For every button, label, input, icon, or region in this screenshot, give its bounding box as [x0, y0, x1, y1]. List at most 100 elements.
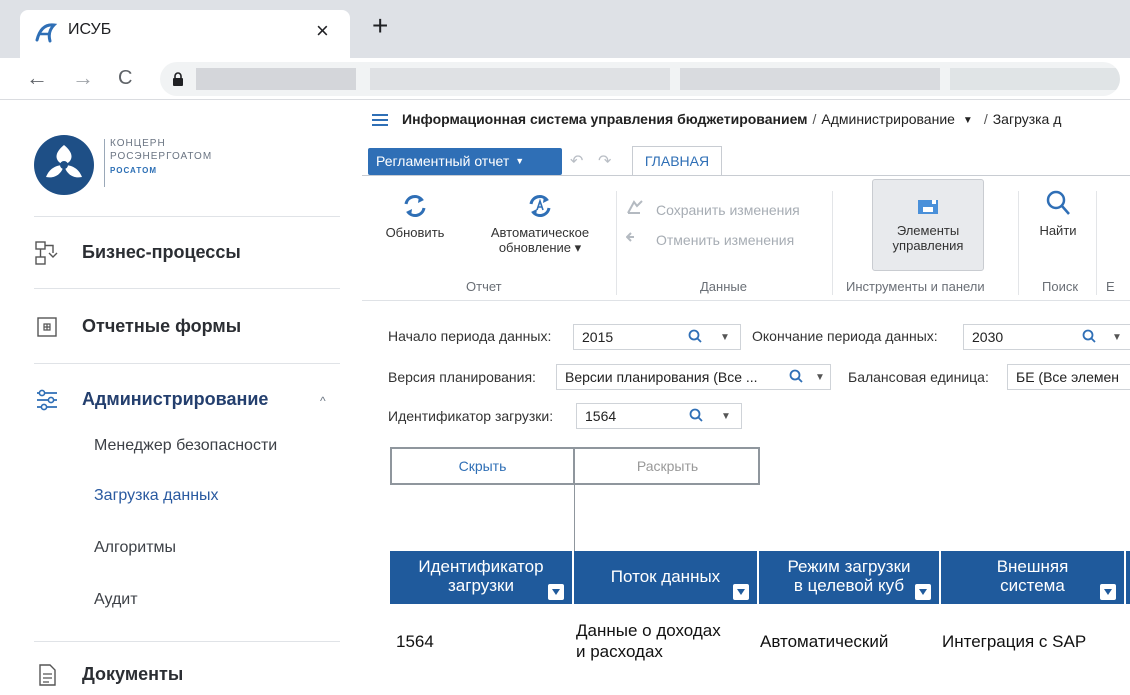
- divider: [34, 363, 340, 364]
- ribbon-group-divider: [616, 191, 617, 295]
- breadcrumb-separator: /: [983, 111, 988, 127]
- tab-main[interactable]: ГЛАВНАЯ: [632, 146, 722, 176]
- dropdown-caret-icon[interactable]: ▼: [720, 326, 730, 349]
- period-start-field[interactable]: 2015 ▼: [573, 324, 741, 350]
- breadcrumb-dropdown-icon[interactable]: ▼: [963, 115, 973, 126]
- save-changes-button[interactable]: Сохранить изменения: [626, 199, 800, 218]
- load-id-field[interactable]: 1564 ▼: [576, 403, 742, 429]
- ribbon-group-divider: [832, 191, 833, 295]
- load-id-label: Идентификатор загрузки:: [388, 408, 554, 424]
- browser-tabstrip: ИСУБ × +: [0, 0, 1130, 58]
- column-header-text: система: [1000, 576, 1065, 595]
- filter-dropdown-icon[interactable]: [733, 584, 749, 600]
- period-end-field[interactable]: 2030 ▼: [963, 324, 1130, 350]
- table-cell-text: Данные о доходах: [576, 621, 721, 640]
- search-icon[interactable]: [689, 408, 703, 422]
- sidebar-item-documents[interactable]: Документы: [34, 655, 354, 695]
- back-icon[interactable]: ←: [26, 64, 48, 92]
- search-icon[interactable]: [789, 369, 803, 383]
- dropdown-caret-icon[interactable]: ▼: [815, 366, 825, 389]
- auto-refresh-button[interactable]: Автоматическое обновление ▾: [472, 193, 608, 255]
- table-cell-text: и расходах: [576, 642, 663, 661]
- refresh-icon: [404, 195, 426, 217]
- rosatom-emblem-icon: [34, 135, 94, 195]
- ribbon-border: [362, 175, 1130, 176]
- filter-dropdown-icon[interactable]: [548, 584, 564, 600]
- brand-logo: КОНЦЕРН РОСЭНЕРГОАТОМ РОСАТОМ: [34, 135, 334, 195]
- new-tab-button[interactable]: +: [372, 12, 388, 40]
- sidebar-subitem-algorithms[interactable]: Алгоритмы: [94, 539, 176, 557]
- column-header-text: Идентификатор: [418, 557, 544, 576]
- dropdown-caret-icon[interactable]: ▼: [1112, 326, 1122, 349]
- sidebar: КОНЦЕРН РОСЭНЕРГОАТОМ РОСАТОМ Бизнес-про…: [0, 101, 362, 695]
- caret-down-icon: ▼: [515, 156, 525, 166]
- chevron-up-icon[interactable]: ^: [320, 394, 326, 408]
- ribbon-group-search: Поиск: [1042, 279, 1079, 294]
- hide-expand-toggle: Скрыть Раскрыть: [390, 447, 760, 485]
- find-button[interactable]: Найти: [1030, 189, 1086, 238]
- sidebar-subitem-data-load[interactable]: Загрузка данных: [94, 487, 219, 505]
- divider: [34, 288, 340, 289]
- search-icon[interactable]: [1082, 329, 1096, 343]
- column-header-text: Внешняя: [996, 557, 1069, 576]
- reload-icon[interactable]: C: [118, 64, 132, 92]
- scheduled-report-button[interactable]: Регламентный отчет ▼: [368, 148, 562, 175]
- search-icon[interactable]: [688, 329, 702, 343]
- browser-tab-title: ИСУБ: [68, 21, 112, 38]
- sidebar-subitem-security-manager[interactable]: Менеджер безопасности: [94, 437, 277, 455]
- controls-label-line1: Элементы: [896, 223, 960, 238]
- main-content: Информационная система управления бюджет…: [362, 101, 1130, 695]
- address-bar[interactable]: [160, 62, 1120, 96]
- refresh-button[interactable]: Обновить: [376, 193, 454, 240]
- hide-button[interactable]: Скрыть: [392, 449, 575, 483]
- column-header-load-id[interactable]: Идентификатор загрузки: [390, 551, 574, 604]
- brand-line2: РОСЭНЕРГОАТОМ: [110, 151, 213, 162]
- filter-dropdown-icon[interactable]: [915, 584, 931, 600]
- brand-line1: КОНЦЕРН: [110, 138, 166, 149]
- plan-version-value: Версии планирования (Все ...: [565, 369, 758, 385]
- hamburger-menu-icon[interactable]: [372, 111, 388, 129]
- column-header-text: в целевой куб: [793, 576, 905, 595]
- cancel-changes-button[interactable]: Отменить изменения: [625, 229, 794, 248]
- sidebar-item-report-forms[interactable]: Отчетные формы: [34, 307, 354, 347]
- table-cell-load-mode: Автоматический: [760, 632, 889, 651]
- filter-dropdown-icon[interactable]: [1100, 584, 1116, 600]
- connector-line: [574, 485, 575, 551]
- sidebar-subitem-audit[interactable]: Аудит: [94, 591, 138, 609]
- balance-unit-field[interactable]: БЕ (Все элемен: [1007, 364, 1130, 390]
- lock-icon: [173, 72, 183, 86]
- sidebar-item-business-processes[interactable]: Бизнес-процессы: [34, 233, 354, 273]
- browser-tab[interactable]: ИСУБ ×: [20, 10, 350, 58]
- period-start-value: 2015: [582, 329, 614, 345]
- sidebar-item-administration[interactable]: Администрирование ^: [34, 380, 354, 420]
- expand-button[interactable]: Раскрыть: [577, 449, 758, 483]
- close-icon[interactable]: ×: [316, 18, 329, 44]
- column-header-data-flow[interactable]: Поток данных: [574, 551, 759, 604]
- dropdown-caret-icon[interactable]: ▼: [721, 405, 731, 428]
- breadcrumb-root[interactable]: Информационная система управления бюджет…: [402, 111, 808, 127]
- column-header-external-system[interactable]: Внешняя система: [941, 551, 1126, 604]
- divider: [34, 216, 340, 217]
- sidebar-item-label: Бизнес-процессы: [82, 242, 241, 262]
- period-end-label: Окончание периода данных:: [752, 328, 938, 344]
- column-header-load-mode[interactable]: Режим загрузки в целевой куб: [759, 551, 941, 604]
- ribbon-group-tools: Инструменты и панели: [846, 279, 985, 294]
- ribbon-group-cut: E: [1106, 279, 1115, 294]
- auto-refresh-label-line2: обновление ▾: [498, 240, 582, 255]
- sidebar-item-label: Отчетные формы: [82, 316, 242, 336]
- ribbon-group-divider: [1096, 191, 1097, 295]
- breadcrumb-section[interactable]: Администрирование: [821, 111, 955, 127]
- forward-icon[interactable]: →: [72, 64, 94, 92]
- refresh-label: Обновить: [385, 225, 445, 240]
- plan-version-field[interactable]: Версии планирования (Все ... ▼: [556, 364, 831, 390]
- plan-version-label: Версия планирования:: [388, 369, 536, 385]
- period-end-value: 2030: [972, 329, 1004, 345]
- app-logo-icon: [35, 23, 58, 43]
- table-cell-data-flow: Данные о доходах и расходах: [576, 620, 721, 662]
- blurred-url: [680, 68, 940, 90]
- period-start-label: Начало периода данных:: [388, 328, 552, 344]
- browser-toolbar: ← → C: [0, 58, 1130, 100]
- redo-icon[interactable]: ↷: [598, 151, 611, 171]
- find-label: Найти: [1039, 223, 1077, 238]
- undo-icon[interactable]: ↶: [570, 151, 583, 171]
